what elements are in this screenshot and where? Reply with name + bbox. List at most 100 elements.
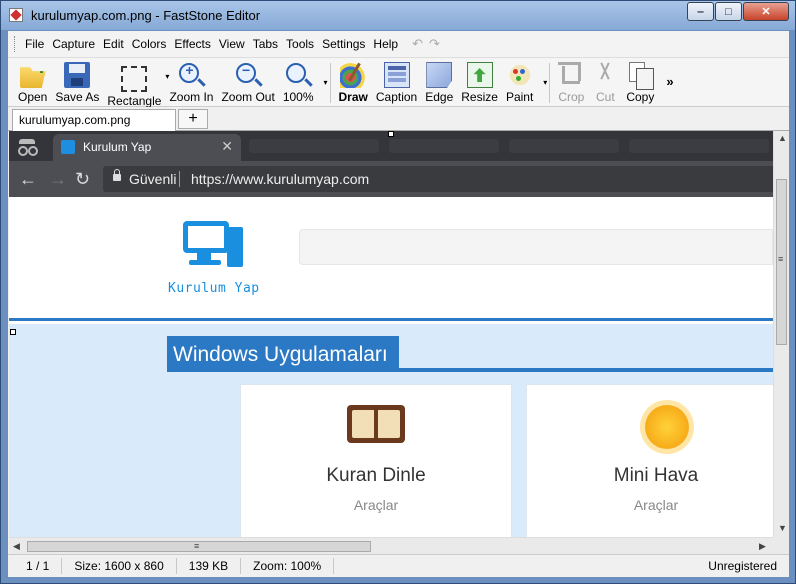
- horizontal-scrollbar[interactable]: ◀ ≡ ▶: [9, 537, 773, 554]
- status-registration: Unregistered: [708, 559, 777, 573]
- paint-label: Paint: [505, 90, 534, 104]
- logo-monitor-icon: [183, 221, 229, 253]
- menu-tools[interactable]: Tools: [282, 37, 318, 51]
- menu-settings[interactable]: Settings: [318, 37, 369, 51]
- copy-button[interactable]: Copy: [622, 62, 658, 104]
- menubar-grip[interactable]: [14, 36, 17, 52]
- open-button[interactable]: Open: [14, 62, 51, 104]
- zoom-level-label: 100%: [282, 90, 314, 104]
- new-tab-button[interactable]: +: [178, 109, 208, 129]
- rectangle-button[interactable]: ▾ Rectangle: [103, 62, 169, 108]
- faststone-app-icon[interactable]: [9, 8, 23, 22]
- crop-button[interactable]: Crop: [554, 62, 588, 104]
- menu-edit[interactable]: Edit: [99, 37, 128, 51]
- save-as-button[interactable]: Save As: [51, 62, 103, 104]
- edge-label: Edge: [425, 90, 454, 104]
- resize-button[interactable]: Resize: [457, 62, 502, 104]
- blurred-tab: [249, 139, 379, 153]
- app-card-category: Araçlar: [353, 497, 399, 513]
- window-title: kurulumyap.com.png - FastStone Editor: [31, 8, 261, 23]
- toolbar: Open Save As ▾ Rectangle + Zoom In − Zoo…: [8, 57, 789, 108]
- captured-omnibox: Güvenli https://www.kurulumyap.com: [103, 166, 773, 192]
- menu-colors[interactable]: Colors: [128, 37, 171, 51]
- rectangle-label: Rectangle: [107, 94, 162, 108]
- menu-bar: File Capture Edit Colors Effects View Ta…: [8, 31, 789, 57]
- omnibox-separator: [179, 171, 180, 187]
- sun-weather-icon: [645, 405, 689, 449]
- status-bar: 1 / 1 Size: 1600 x 860 139 KB Zoom: 100%…: [8, 554, 789, 577]
- zoom-dropdown-icon[interactable]: ▾: [324, 78, 328, 87]
- scroll-right-icon[interactable]: ▶: [759, 541, 766, 552]
- menu-effects[interactable]: Effects: [170, 37, 214, 51]
- paint-button[interactable]: ▾ Paint: [502, 62, 547, 104]
- caption-button[interactable]: Caption: [372, 62, 421, 104]
- open-label: Open: [18, 90, 48, 104]
- cut-button[interactable]: Cut: [588, 62, 622, 104]
- zoom-level-button[interactable]: ▾ 100%: [279, 62, 328, 104]
- title-bar[interactable]: kurulumyap.com.png - FastStone Editor ‒ …: [1, 1, 795, 30]
- document-tabs: kurulumyap.com.png +: [8, 107, 789, 131]
- scroll-left-icon[interactable]: ◀: [13, 541, 20, 552]
- quran-book-icon: [347, 405, 405, 443]
- caption-icon: [383, 62, 410, 88]
- redo-icon[interactable]: ↷: [429, 36, 440, 52]
- logo-tower-icon: [227, 227, 243, 267]
- scroll-down-icon[interactable]: ▼: [778, 523, 787, 533]
- resize-icon: [466, 62, 493, 88]
- resize-label: Resize: [461, 90, 498, 104]
- floppy-disk-icon: [64, 62, 91, 88]
- toolbar-overflow-button[interactable]: »: [666, 74, 673, 89]
- menu-capture[interactable]: Capture: [48, 37, 99, 51]
- zoom-out-button[interactable]: − Zoom Out: [217, 62, 278, 104]
- logo-base: [189, 260, 221, 265]
- captured-url: https://www.kurulumyap.com: [191, 171, 370, 187]
- menu-tabs[interactable]: Tabs: [249, 37, 282, 51]
- forward-arrow-icon: →: [49, 169, 67, 189]
- zoom-in-button[interactable]: + Zoom In: [165, 62, 217, 104]
- horizontal-scroll-thumb[interactable]: ≡: [27, 541, 371, 552]
- rectangle-select-icon: [121, 66, 148, 92]
- secure-label: Güvenli: [129, 171, 177, 187]
- lock-icon: [113, 169, 121, 181]
- copy-icon: [627, 62, 655, 90]
- status-page: 1 / 1: [8, 558, 63, 574]
- vertical-scrollbar[interactable]: ▲ ≡ ▼: [773, 131, 789, 537]
- app-card-name: Mini Hava: [613, 465, 699, 486]
- site-header: Kurulum Yap: [9, 197, 773, 321]
- incognito-icon: [17, 139, 37, 156]
- image-canvas[interactable]: Kurulum Yap ✕ ← → ↻ Güvenli https://www.…: [9, 131, 773, 537]
- palette-brush-icon: [340, 62, 367, 88]
- edge-effect-icon: [426, 62, 453, 88]
- reload-icon: ↻: [75, 169, 91, 189]
- captured-tab-title: Kurulum Yap: [83, 140, 152, 154]
- app-card-category: Araçlar: [633, 497, 679, 513]
- tab-close-icon: ✕: [221, 138, 233, 154]
- draw-button[interactable]: Draw: [335, 62, 372, 104]
- scroll-up-icon[interactable]: ▲: [778, 133, 787, 143]
- maximize-button[interactable]: □: [715, 2, 742, 21]
- selection-handle[interactable]: [10, 329, 16, 335]
- paint-dropdown-icon[interactable]: ▾: [543, 78, 547, 87]
- copy-label: Copy: [626, 90, 655, 104]
- edge-button[interactable]: Edge: [421, 62, 457, 104]
- vertical-scroll-thumb[interactable]: ≡: [776, 179, 787, 345]
- menu-view[interactable]: View: [215, 37, 249, 51]
- status-zoom: Zoom: 100%: [241, 558, 335, 574]
- section-title: Windows Uygulamaları: [167, 336, 399, 372]
- paint-palette-icon: [506, 62, 533, 88]
- scroll-grip-icon: ≡: [778, 254, 784, 264]
- save-as-label: Save As: [55, 90, 100, 104]
- document-tab[interactable]: kurulumyap.com.png: [12, 109, 176, 131]
- minimize-button[interactable]: ‒: [687, 2, 714, 21]
- close-button[interactable]: ✕: [743, 2, 789, 21]
- selection-handle[interactable]: [388, 131, 394, 137]
- menu-file[interactable]: File: [21, 37, 48, 51]
- undo-icon[interactable]: ↶: [412, 36, 423, 52]
- toolbar-separator: [549, 63, 551, 103]
- menu-help[interactable]: Help: [369, 37, 402, 51]
- monitor-favicon-icon: [61, 140, 75, 154]
- magnifier-icon: [285, 62, 311, 88]
- app-card-name: Kuran Dinle: [326, 465, 426, 486]
- zoom-in-label: Zoom In: [169, 90, 214, 104]
- status-file-size: 139 KB: [177, 558, 242, 574]
